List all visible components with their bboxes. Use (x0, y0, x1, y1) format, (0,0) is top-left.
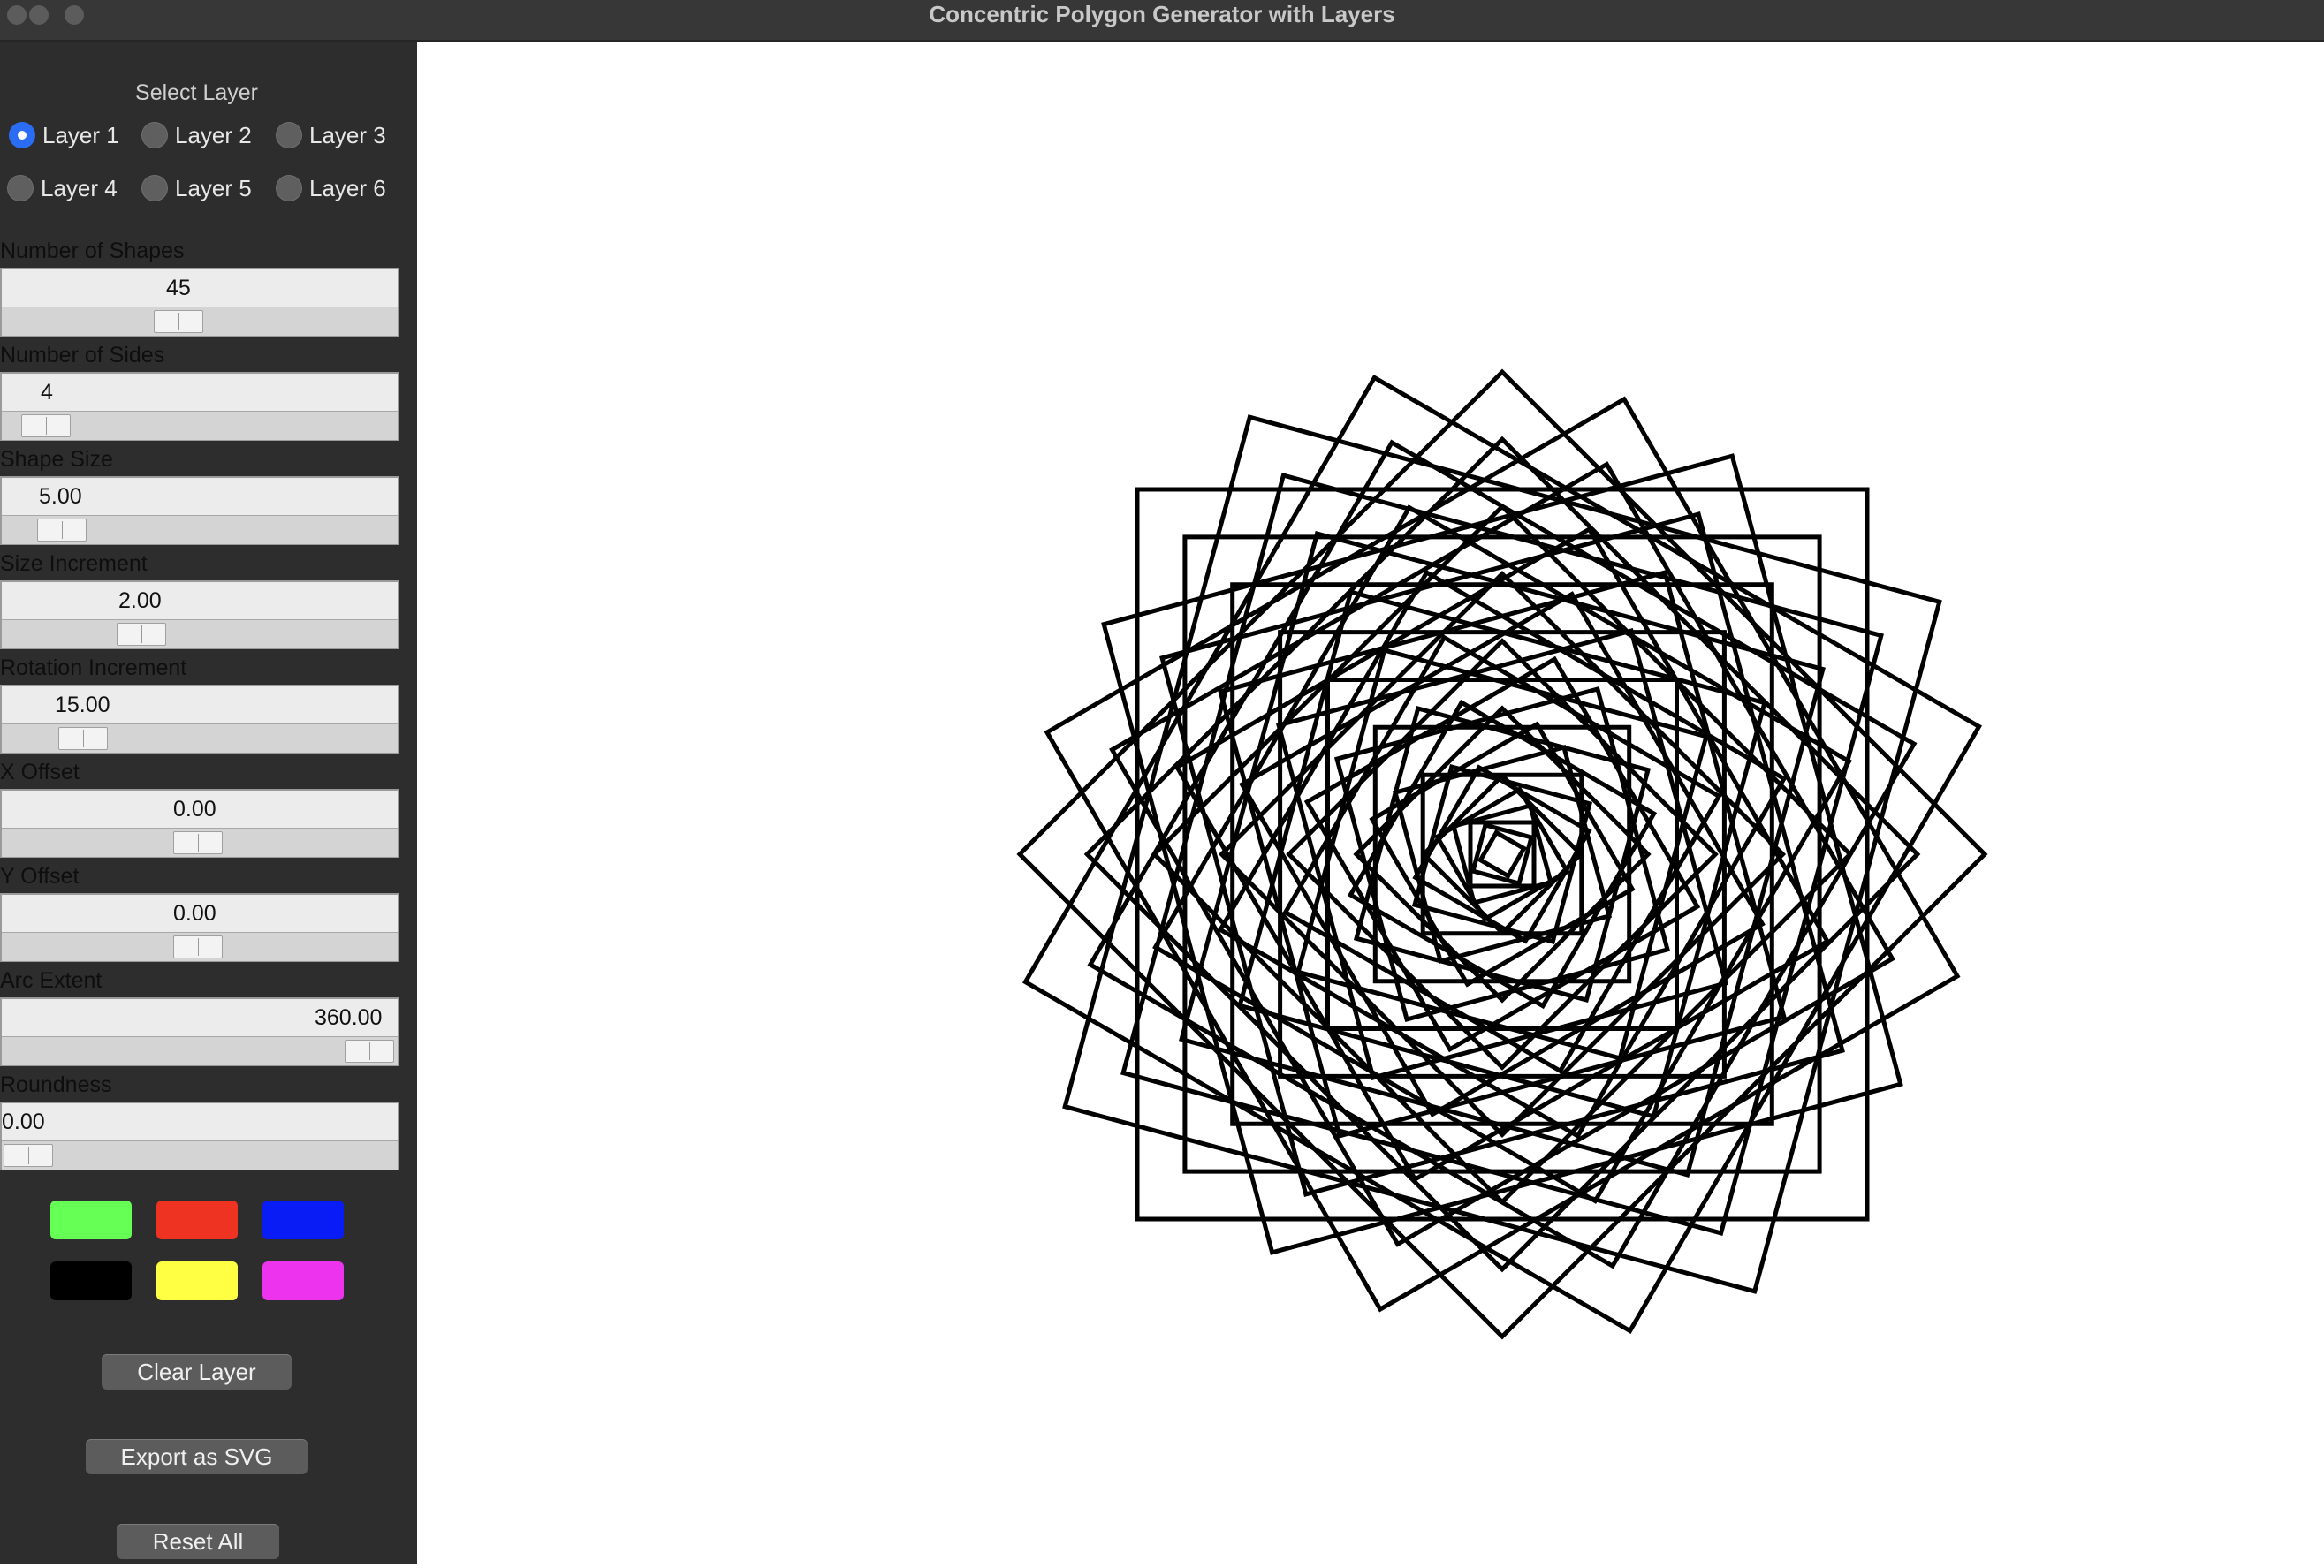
polygon-shape (1278, 630, 1727, 1079)
size-increment-slider[interactable]: 2.00 (0, 580, 399, 649)
x-offset-label: X Offset (0, 760, 80, 784)
radio-unchecked-icon (276, 122, 302, 148)
layer-2-label: Layer 2 (175, 121, 252, 148)
color-swatch-magenta[interactable] (262, 1261, 344, 1300)
layer-6-label: Layer 6 (309, 174, 386, 201)
shape-size-value: 5.00 (39, 484, 82, 509)
radio-unchecked-icon (141, 175, 168, 201)
number-of-shapes-label: Number of Shapes (0, 239, 185, 263)
layer-3-radio[interactable]: Layer 3 (276, 117, 386, 153)
slider-track[interactable] (2, 932, 398, 961)
layer-5-radio[interactable]: Layer 5 (141, 170, 252, 206)
rotation-increment-value: 15.00 (55, 693, 110, 717)
polygon-artwork (1016, 368, 1988, 1340)
slider-track[interactable] (2, 515, 398, 544)
slider-thumb[interactable] (4, 1144, 53, 1167)
select-layer-heading: Select Layer (135, 80, 258, 105)
shape-size-label: Shape Size (0, 447, 113, 472)
polygon-shape (1412, 764, 1592, 944)
roundness-label: Roundness (0, 1072, 112, 1097)
slider-track[interactable] (2, 411, 398, 440)
control-panel: Select Layer Layer 1 Layer 2 Layer 3 Lay… (0, 42, 417, 1564)
polygon-shape (1021, 374, 1983, 1335)
slider-thumb[interactable] (173, 935, 223, 958)
polygon-shape (1353, 705, 1652, 1004)
arc-extent-slider[interactable]: 360.00 (0, 997, 399, 1066)
slider-thumb[interactable] (21, 414, 71, 437)
window-title: Concentric Polygon Generator with Layers (929, 1, 1395, 27)
slider-thumb[interactable] (117, 623, 166, 646)
size-increment-value: 2.00 (118, 588, 162, 613)
number-of-shapes-slider[interactable]: 45 (0, 268, 399, 337)
radio-unchecked-icon (7, 175, 34, 201)
layer-4-radio[interactable]: Layer 4 (7, 170, 118, 206)
arc-extent-value: 360.00 (315, 1005, 383, 1030)
x-offset-value: 0.00 (173, 797, 216, 822)
number-of-shapes-value: 45 (166, 276, 191, 300)
polygon-shape (1218, 570, 1787, 1139)
drawing-canvas[interactable] (417, 42, 2324, 1564)
polygon-shape (1411, 763, 1593, 945)
x-offset-slider[interactable]: 0.00 (0, 789, 399, 858)
arc-extent-label: Arc Extent (0, 968, 103, 993)
roundness-slider[interactable]: 0.00 (0, 1102, 399, 1170)
title-bar: Concentric Polygon Generator with Layers (0, 0, 2324, 42)
color-swatch-green[interactable] (50, 1201, 132, 1239)
number-of-sides-label: Number of Sides (0, 343, 165, 367)
polygon-shape (1218, 570, 1787, 1139)
polygon-shape (1477, 829, 1528, 880)
slider-thumb[interactable] (154, 310, 203, 333)
shape-size-slider[interactable]: 5.00 (0, 476, 399, 545)
slider-thumb[interactable] (345, 1040, 394, 1063)
layer-2-radio[interactable]: Layer 2 (141, 117, 252, 153)
layer-6-radio[interactable]: Layer 6 (276, 170, 386, 206)
polygon-shape (1353, 705, 1652, 1004)
clear-layer-button[interactable]: Clear Layer (102, 1354, 292, 1390)
export-svg-button[interactable]: Export as SVG (86, 1439, 308, 1474)
reset-all-button[interactable]: Reset All (117, 1524, 279, 1559)
layer-1-label: Layer 1 (42, 121, 119, 148)
polygon-shape (1276, 628, 1728, 1080)
radio-unchecked-icon (276, 175, 302, 201)
polygon-shape (1062, 414, 1942, 1294)
number-of-sides-slider[interactable]: 4 (0, 372, 399, 441)
slider-track[interactable] (2, 619, 398, 648)
slider-track[interactable] (2, 307, 398, 336)
color-swatch-black[interactable] (50, 1261, 132, 1300)
rotation-increment-slider[interactable]: 15.00 (0, 685, 399, 754)
slider-track[interactable] (2, 1140, 398, 1170)
rotation-increment-label: Rotation Increment (0, 655, 187, 680)
color-swatch-yellow[interactable] (156, 1261, 238, 1300)
y-offset-value: 0.00 (173, 901, 216, 926)
radio-checked-icon (9, 122, 35, 148)
polygon-shape (1179, 531, 1826, 1178)
number-of-sides-value: 4 (41, 380, 53, 405)
layer-1-radio[interactable]: Layer 1 (9, 117, 119, 153)
size-increment-label: Size Increment (0, 551, 148, 576)
layer-3-label: Layer 3 (309, 121, 386, 148)
color-swatch-red[interactable] (156, 1201, 238, 1239)
slider-track[interactable] (2, 723, 398, 753)
slider-track[interactable] (2, 1036, 398, 1065)
color-swatch-blue[interactable] (262, 1201, 344, 1239)
polygon-shape (1217, 569, 1788, 1140)
polygon-shape (1468, 820, 1537, 889)
slider-track[interactable] (2, 828, 398, 857)
slider-thumb[interactable] (58, 727, 108, 750)
slider-thumb[interactable] (37, 519, 87, 542)
slider-thumb[interactable] (173, 831, 223, 854)
y-offset-label: Y Offset (0, 864, 80, 889)
roundness-value: 0.00 (2, 1110, 45, 1134)
radio-unchecked-icon (141, 122, 168, 148)
layer-4-label: Layer 4 (41, 174, 118, 201)
layer-5-label: Layer 5 (175, 174, 252, 201)
y-offset-slider[interactable]: 0.00 (0, 893, 399, 962)
